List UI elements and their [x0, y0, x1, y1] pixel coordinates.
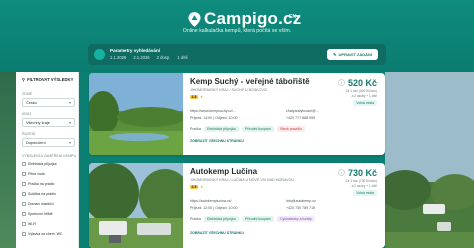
search-parameters-title: Parametry vyhledávání	[110, 48, 161, 53]
tag: Elektrická přípojka	[204, 126, 239, 132]
tag: Přírodní koupání	[242, 216, 274, 222]
checkbox[interactable]	[22, 162, 26, 166]
search-parameters-bar: Parametry vyhledávání 1.1.2026 2.1.2026 …	[88, 44, 386, 65]
filter-checkbox[interactable]: Výlevka na chem. WC	[22, 232, 62, 236]
tag: Cyklostezky a turisty	[277, 216, 315, 222]
filter-checkbox[interactable]: Sušička na prádlo	[22, 192, 56, 196]
campsite-phone[interactable]: +420 730 789 715	[286, 206, 315, 210]
logo[interactable]: Campigo.cz	[188, 9, 301, 29]
background-photo-left	[0, 72, 16, 248]
campsite-photo[interactable]	[89, 163, 183, 248]
tag: Elektrická přípojka	[204, 216, 239, 222]
star-icon: ★	[200, 185, 204, 189]
filter-checkbox[interactable]: Sportovní hřiště	[22, 212, 53, 216]
checkbox[interactable]	[22, 182, 26, 186]
country-label: ZEMĚ	[22, 92, 32, 96]
language-switch[interactable]: EN	[289, 14, 296, 20]
date-to: 2.1.2026	[133, 55, 150, 60]
campsite-web[interactable]: https://autokemplucina.cz/	[190, 199, 232, 203]
info-icon[interactable]: i	[338, 79, 345, 86]
filter-checkbox[interactable]: Wi-Fi	[22, 222, 36, 226]
tag: Pračka	[190, 127, 201, 131]
rating-value: 4.5	[190, 185, 198, 189]
checkbox[interactable]	[22, 192, 26, 196]
filter-checkbox[interactable]: Pračka na prádlo	[22, 182, 54, 186]
sort-label: ŘAZENÍ	[22, 132, 36, 136]
star-icon: ★	[200, 95, 204, 99]
checkbox[interactable]	[22, 222, 26, 226]
tag: Pračka	[190, 217, 201, 221]
region-label: KRAJ	[22, 112, 32, 116]
background-photo-right	[385, 72, 474, 248]
filter-checkbox[interactable]: Elektrická přípojka	[22, 162, 57, 166]
date-from: 1.1.2026	[110, 55, 127, 60]
campsite-card[interactable]: Autokemp Lučina JIHOMORAVSKÝ KRAJ / LUČI…	[89, 163, 385, 248]
region-select[interactable]: Všechny kraje	[22, 118, 75, 127]
price-note-guests: a 2 osoby + 1 dítě	[351, 94, 377, 98]
show-detail-link[interactable]: ZOBRAZIT VŠECHNU STRÁNKU	[190, 139, 244, 143]
show-detail-link[interactable]: ZOBRAZIT VŠECHNU STRÁNKU	[190, 231, 244, 235]
price-note: Za 1 noc (520 Kč/noc)	[345, 89, 377, 93]
campsite-price: 520 Kč	[347, 78, 377, 88]
filter-sidebar: ⚲ FILTROVAT VÝSLEDKY ZEMĚ Česko KRAJ Vše…	[16, 72, 79, 248]
search-parameters-values: 1.1.2026 2.1.2026 2 dosp. 1 dítě	[110, 55, 188, 60]
campsite-web[interactable]: https://www.kempsuchy.cz/...	[190, 109, 236, 113]
tagline: Online kalkulačka kempů, která počítá se…	[182, 28, 292, 34]
search-icon	[94, 49, 105, 60]
rating-value: 4.8	[190, 95, 198, 99]
campsite-phone[interactable]: +420 777 888 999	[286, 116, 315, 120]
campsite-email[interactable]: info@autokemp.cz	[286, 199, 316, 203]
campsite-rating: 4.8 ★	[190, 95, 203, 99]
campsite-email[interactable]: chatyaubytovani@...	[286, 109, 319, 113]
campsite-name[interactable]: Autokemp Lučina	[190, 167, 257, 176]
availability-badge: Volná místa	[353, 100, 377, 106]
price-note: Za 1 noc (730 Kč/noc)	[345, 179, 377, 183]
logo-text: Campigo.cz	[204, 9, 302, 28]
campsite-name[interactable]: Kemp Suchý - veřejné tábořiště	[190, 77, 310, 86]
hero-header: Campigo.cz EN Online kalkulačka kempů, k…	[0, 0, 474, 72]
campsite-photo[interactable]	[89, 73, 183, 155]
campsite-arrival: Příjezd: 14:00 | Odjezd: 10:00	[190, 116, 238, 120]
checkbox[interactable]	[22, 212, 26, 216]
campsite-location: JIHOMORAVSKÝ KRAJ / LUČINA U NOVÉ VSI NA…	[190, 178, 294, 182]
equipment-label: VYBAVENÍ A ZAMĚŘENÍ KEMPU	[22, 154, 77, 158]
country-select[interactable]: Česko	[22, 98, 75, 107]
edit-search-label: UPRAVIT ZADÁNÍ	[338, 52, 372, 57]
children-count: 1 dítě	[177, 55, 188, 60]
tag: Přírodní koupání	[242, 126, 274, 132]
checkbox[interactable]	[22, 232, 26, 236]
filter-icon: ⚲	[22, 77, 26, 82]
filter-checkbox[interactable]: Domácí mazlíčci	[22, 202, 54, 206]
filter-title: ⚲ FILTROVAT VÝSLEDKY	[22, 77, 74, 82]
edit-icon: ✎	[333, 52, 337, 57]
campsite-price: 730 Kč	[347, 168, 377, 178]
location-pin-icon	[188, 11, 201, 27]
adults-count: 2 dosp.	[156, 55, 171, 60]
campsite-location: JIHOMORAVSKÝ KRAJ / SUCHÝ U BOSKOVIC	[190, 88, 268, 92]
filter-checkbox[interactable]: Pitná voda	[22, 172, 45, 176]
checkbox[interactable]	[22, 202, 26, 206]
edit-search-button[interactable]: ✎ UPRAVIT ZADÁNÍ	[327, 49, 378, 60]
availability-badge: Volná místa	[353, 190, 377, 196]
campsite-card[interactable]: Kemp Suchý - veřejné tábořiště JIHOMORAV…	[89, 73, 385, 155]
campsite-rating: 4.5 ★	[190, 185, 203, 189]
info-icon[interactable]: i	[338, 169, 345, 176]
checkbox[interactable]	[22, 172, 26, 176]
sort-select[interactable]: Doporučení	[22, 138, 75, 147]
tag: Stezk pravidlo	[277, 126, 305, 132]
campsite-arrival: Příjezd: 12:00 | Odjezd: 10:00	[190, 206, 238, 210]
price-note-guests: a 2 osoby + 1 dítě	[351, 184, 377, 188]
